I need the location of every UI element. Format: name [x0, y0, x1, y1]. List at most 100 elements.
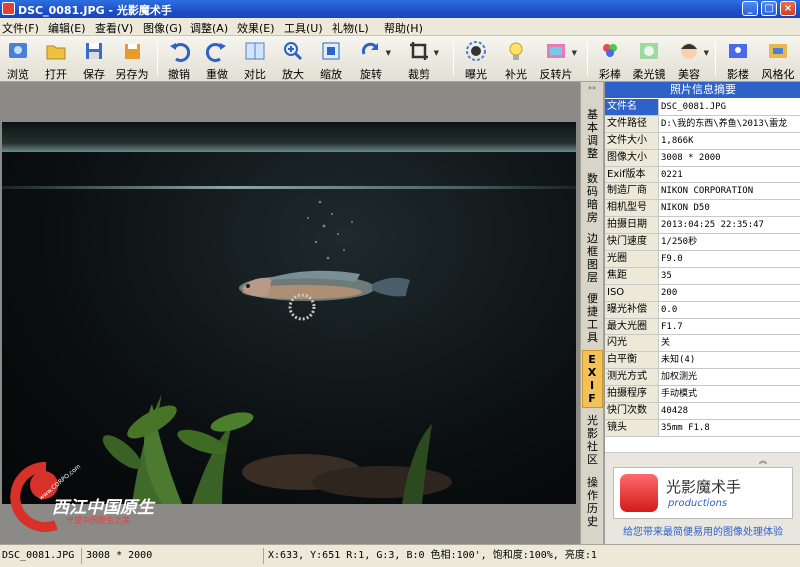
- chevron-down-icon[interactable]: ▼: [434, 49, 439, 57]
- stylize-button[interactable]: 风格化: [759, 38, 797, 80]
- browse-button[interactable]: 浏览: [2, 38, 34, 81]
- menu-tools[interactable]: 工具(U): [284, 20, 323, 36]
- resize-button[interactable]: 缩放: [315, 38, 347, 81]
- exposure-label: 曝光: [465, 68, 487, 81]
- expand-arrows-icon[interactable]: »»: [581, 84, 603, 92]
- exif-value: 手动模式: [661, 389, 698, 400]
- exif-value: 加权测光: [661, 372, 698, 383]
- tab-border-layers[interactable]: 边框图层: [582, 232, 603, 284]
- exif-key: 相机型号: [605, 200, 659, 217]
- soft-focus-icon: [640, 43, 658, 59]
- menu-file[interactable]: 文件(F): [2, 20, 39, 36]
- exposure-button[interactable]: 曝光: [459, 38, 493, 81]
- tab-quick-tools[interactable]: 便捷工具: [582, 292, 603, 344]
- status-pixel-info: X:633, Y:651 R:1, G:3, B:0 色相:100', 饱和度:…: [268, 550, 597, 561]
- exif-key: 快门次数: [605, 403, 659, 419]
- exif-row[interactable]: 曝光补偿 0.0: [605, 301, 800, 319]
- close-button[interactable]: ×: [780, 1, 796, 16]
- exif-row[interactable]: 快门次数 40428: [605, 403, 800, 420]
- photo-canvas[interactable]: [2, 122, 576, 504]
- exif-row[interactable]: 拍摄日期 2013:04:25 22:35:47: [605, 217, 800, 235]
- save-as-button[interactable]: 另存为: [114, 38, 150, 81]
- save-disk-icon: [86, 43, 102, 59]
- exif-value: 3008 * 2000: [661, 152, 721, 163]
- redo-button[interactable]: 重做: [201, 38, 233, 81]
- menu-edit[interactable]: 编辑(E): [48, 20, 86, 36]
- exif-key: 文件名: [605, 99, 659, 115]
- collapse-icon[interactable]: ︽: [759, 455, 767, 466]
- exif-value: 1,866K: [661, 135, 694, 146]
- exif-row[interactable]: 光圈 F9.0: [605, 251, 800, 268]
- menu-bar: 文件(F) 编辑(E) 查看(V) 图像(G) 调整(A) 效果(E) 工具(U…: [0, 18, 800, 36]
- undo-button[interactable]: 撤销: [163, 38, 195, 81]
- menu-gifts[interactable]: 礼物(L): [332, 20, 369, 36]
- side-tab-strip: »» 基本调整 数码暗房 边框图层 便捷工具 EXIF 光影社区 操作历史: [580, 82, 604, 544]
- browse-icon: [9, 43, 27, 58]
- soft-focus-button[interactable]: 柔光镜: [631, 38, 667, 81]
- compare-button[interactable]: 对比: [239, 38, 271, 81]
- tab-basic-adjust[interactable]: 基本调整: [582, 108, 603, 160]
- exif-key: Exif版本: [605, 166, 659, 183]
- maximize-button[interactable]: □: [761, 1, 777, 16]
- exif-row[interactable]: 镜头 35mm F1.8: [605, 419, 800, 437]
- chevron-down-icon[interactable]: ▼: [386, 49, 391, 57]
- save-button[interactable]: 保存: [78, 38, 110, 81]
- exif-row[interactable]: 拍摄程序 手动模式: [605, 386, 800, 404]
- exif-row[interactable]: 焦距 35: [605, 267, 800, 285]
- toolbar-separator: [157, 42, 158, 76]
- exif-value: 35: [661, 270, 672, 281]
- exif-key: 白平衡: [605, 352, 659, 369]
- zoom-in-label: 放大: [282, 68, 304, 81]
- ad-banner[interactable]: 光影魔术手 productions: [613, 467, 793, 519]
- exif-value: 未知(4): [661, 355, 696, 366]
- lightbulb-icon: [509, 42, 523, 60]
- tab-digital-darkroom[interactable]: 数码暗房: [582, 172, 603, 224]
- tab-history[interactable]: 操作历史: [582, 476, 603, 528]
- studio-portrait-icon: [729, 44, 747, 58]
- menu-help[interactable]: 帮助(H): [384, 20, 423, 36]
- toolbar: 浏览 打开 保存 另存为 撤销 重做 对比 放大 缩放 旋转 ▼ 裁剪 ▼ 曝光…: [0, 36, 800, 82]
- exif-row[interactable]: 快门速度 1/250秒: [605, 234, 800, 252]
- exif-row[interactable]: 最大光圈 F1.7: [605, 318, 800, 336]
- exif-value: DSC_0081.JPG: [661, 102, 727, 112]
- tab-exif[interactable]: EXIF: [582, 350, 603, 408]
- exif-row[interactable]: 文件大小 1,866K: [605, 132, 800, 150]
- open-button[interactable]: 打开: [40, 38, 72, 81]
- reversal-film-button[interactable]: 反转片 ▼: [537, 38, 577, 81]
- crop-button[interactable]: 裁剪 ▼: [401, 38, 439, 81]
- exif-row[interactable]: ISO 200: [605, 284, 800, 302]
- exif-row[interactable]: 测光方式 加权测光: [605, 369, 800, 387]
- exif-row[interactable]: Exif版本 0221: [605, 166, 800, 184]
- tab-community[interactable]: 光影社区: [582, 414, 603, 466]
- exif-row[interactable]: 图像大小 3008 * 2000: [605, 149, 800, 167]
- save-as-icon: [125, 44, 140, 59]
- exif-row[interactable]: 文件名 DSC_0081.JPG: [605, 99, 800, 116]
- beauty-button[interactable]: 美容 ▼: [671, 38, 709, 81]
- exif-row[interactable]: 文件路径 D:\我的东西\养鱼\2013\雷龙: [605, 115, 800, 133]
- rotate-button[interactable]: 旋转 ▼: [353, 38, 391, 81]
- compare-label: 对比: [244, 68, 266, 81]
- menu-image[interactable]: 图像(G): [143, 20, 182, 36]
- minimize-button[interactable]: _: [742, 1, 758, 16]
- menu-adjust[interactable]: 调整(A): [190, 20, 228, 36]
- exif-row[interactable]: 闪光关: [605, 335, 800, 353]
- exif-key: 文件路径: [605, 115, 659, 132]
- photo-info-panel: 照片信息摘要 文件名 DSC_0081.JPG 文件路径 D:\我的东西\养鱼\201…: [604, 82, 800, 544]
- magnifier-plus-icon: [284, 42, 303, 61]
- exif-key: 曝光补偿: [605, 301, 659, 318]
- beauty-label: 美容: [678, 68, 700, 81]
- exif-row[interactable]: 相机型号 NIKON D50: [605, 200, 800, 218]
- fill-light-button[interactable]: 补光: [499, 38, 533, 81]
- color-stick-button[interactable]: 彩棒: [593, 38, 627, 81]
- studio-button[interactable]: 影楼: [721, 38, 755, 81]
- zoom-in-button[interactable]: 放大: [277, 38, 309, 81]
- chevron-down-icon[interactable]: ▼: [572, 49, 577, 57]
- chevron-down-icon[interactable]: ▼: [704, 49, 709, 57]
- studio-label: 影楼: [727, 68, 749, 81]
- menu-effects[interactable]: 效果(E): [237, 20, 275, 36]
- exif-row[interactable]: 白平衡 未知(4): [605, 352, 800, 370]
- exif-key: 镜头: [605, 419, 659, 436]
- exposure-sun-icon: [466, 41, 486, 61]
- menu-view[interactable]: 查看(V): [95, 20, 133, 36]
- exif-row[interactable]: 制造厂商 NIKON CORPORATION: [605, 183, 800, 201]
